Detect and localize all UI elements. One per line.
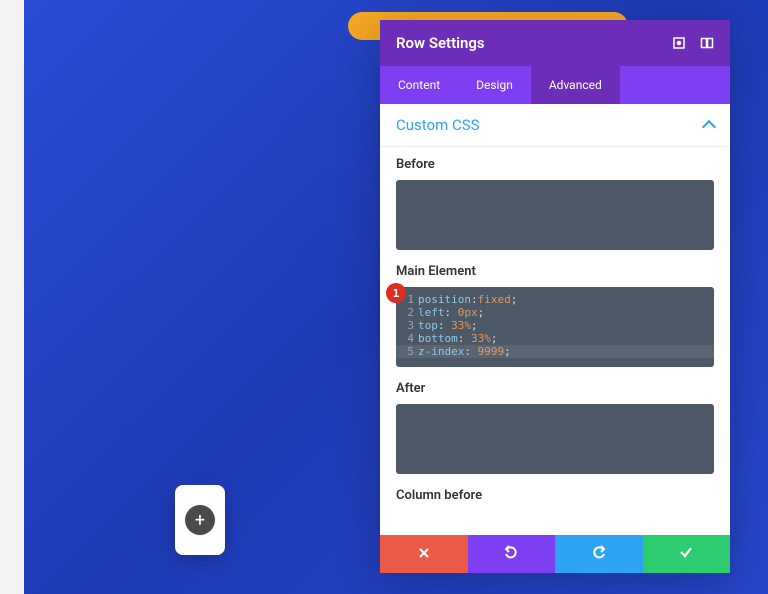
field-column-before-label: Column before [396,488,714,503]
css-before-input[interactable] [396,180,714,250]
css-main-element-input[interactable]: 1 1position:fixed; 2left: 0px; 3top: 33%… [396,287,714,367]
field-main-label: Main Element [396,264,714,279]
tab-content[interactable]: Content [380,66,458,104]
panel-footer [380,535,730,573]
field-before-label: Before [396,157,714,172]
undo-icon [503,544,519,564]
expand-icon[interactable] [672,36,686,50]
code-line: 5z-index: 9999; [396,345,714,358]
field-column-before: Column before [380,478,730,503]
section-title: Custom CSS [396,116,480,134]
add-section-card: + [175,485,225,555]
code-line: 3top: 33%; [404,319,706,332]
code-line: 1position:fixed; [404,293,706,306]
panel-body: Custom CSS Before Main Element 1 1positi… [380,104,730,535]
chevron-up-icon [702,120,716,134]
field-after: After [380,371,730,478]
section-custom-css[interactable]: Custom CSS [380,104,730,147]
plus-icon: + [195,510,205,531]
code-line: 4bottom: 33%; [404,332,706,345]
css-after-input[interactable] [396,404,714,474]
panel-header[interactable]: Row Settings [380,20,730,66]
check-icon [678,544,694,564]
tab-design[interactable]: Design [458,66,531,104]
undo-button[interactable] [468,535,556,573]
tab-advanced[interactable]: Advanced [531,66,620,104]
annotation-badge: 1 [386,283,406,303]
redo-button[interactable] [555,535,643,573]
row-settings-panel: Row Settings Content Design Advanced Cus… [380,20,730,573]
settings-tabs: Content Design Advanced [380,66,730,104]
code-line: 2left: 0px; [404,306,706,319]
field-after-label: After [396,381,714,396]
snap-icon[interactable] [700,36,714,50]
redo-icon [591,544,607,564]
save-button[interactable] [643,535,731,573]
field-main-element: Main Element 1 1position:fixed; 2left: 0… [380,254,730,371]
panel-title: Row Settings [396,34,485,52]
add-section-button[interactable]: + [185,505,215,535]
close-icon [417,545,431,564]
field-before: Before [380,147,730,254]
cancel-button[interactable] [380,535,468,573]
